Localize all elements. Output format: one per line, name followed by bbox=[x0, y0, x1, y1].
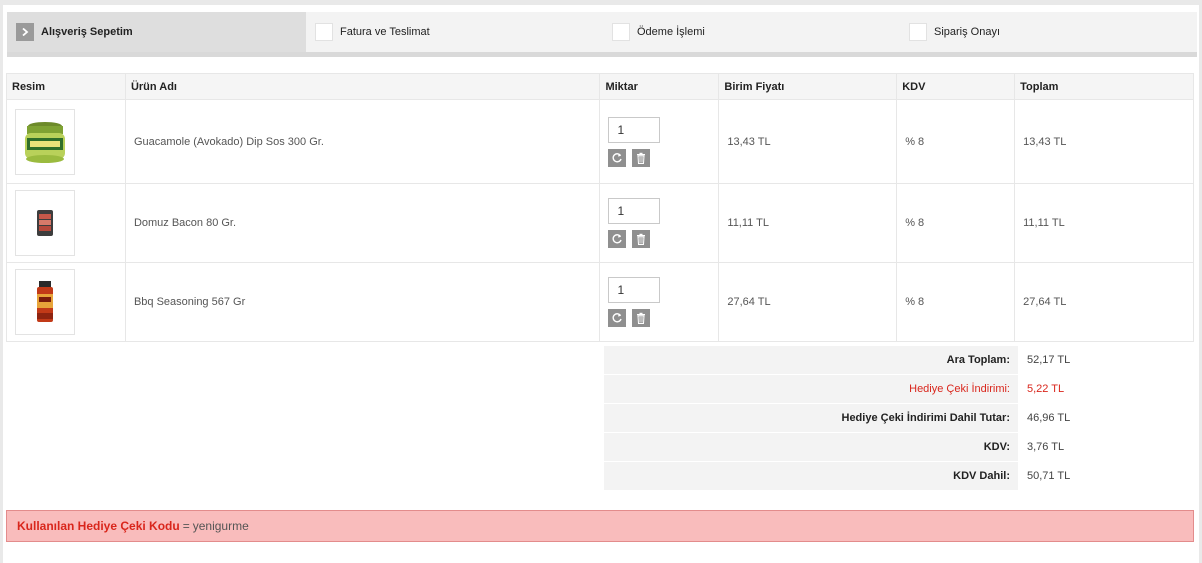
step-order-confirmation[interactable]: Sipariş Onayı bbox=[900, 12, 1197, 52]
header-image: Resim bbox=[6, 73, 126, 100]
steps-divider bbox=[7, 52, 1197, 57]
summary-label: Hediye Çeki İndirimi: bbox=[604, 375, 1018, 403]
summary-value: 46,96 TL bbox=[1027, 412, 1071, 424]
summary-value: 52,17 TL bbox=[1027, 354, 1071, 366]
summary-subtotal: Ara Toplam: 52,17 TL bbox=[604, 346, 1196, 375]
quantity-cell bbox=[599, 183, 720, 263]
unit-price: 27,64 TL bbox=[718, 262, 898, 342]
trash-icon[interactable] bbox=[632, 230, 651, 248]
summary-gift-discount: Hediye Çeki İndirimi: 5,22 TL bbox=[604, 375, 1196, 404]
product-image[interactable] bbox=[15, 190, 75, 256]
gift-code-label: Kullanılan Hediye Çeki Kodu bbox=[17, 519, 180, 533]
step-label: Alışveriş Sepetim bbox=[41, 26, 133, 38]
row-total: 27,64 TL bbox=[1014, 262, 1194, 342]
unit-price: 11,11 TL bbox=[718, 183, 898, 263]
refresh-icon[interactable] bbox=[608, 309, 627, 327]
table-row: Domuz Bacon 80 Gr. 11,11 TL % 8 11,11 TL bbox=[6, 183, 1194, 263]
row-total: 11,11 TL bbox=[1014, 183, 1194, 263]
step-checkbox bbox=[612, 23, 630, 41]
header-product: Ürün Adı bbox=[124, 73, 601, 100]
product-image[interactable] bbox=[15, 269, 75, 335]
checkout-steps: Alışveriş Sepetim Fatura ve Teslimat Öde… bbox=[7, 12, 1197, 52]
bacon-pack-image bbox=[37, 210, 53, 236]
refresh-icon[interactable] bbox=[608, 148, 627, 167]
summary-value: 50,71 TL bbox=[1027, 470, 1071, 482]
order-summary: Ara Toplam: 52,17 TL Hediye Çeki İndirim… bbox=[604, 346, 1196, 491]
image-cell bbox=[6, 99, 126, 184]
tax-rate: % 8 bbox=[896, 262, 1016, 342]
refresh-icon[interactable] bbox=[608, 230, 627, 248]
summary-tax: KDV: 3,76 TL bbox=[604, 433, 1196, 462]
step-label: Sipariş Onayı bbox=[934, 26, 1001, 38]
summary-discounted-total: Hediye Çeki İndirimi Dahil Tutar: 46,96 … bbox=[604, 404, 1196, 433]
gift-code-value: yenigurme bbox=[192, 519, 249, 533]
image-cell bbox=[6, 262, 126, 342]
trash-icon[interactable] bbox=[632, 309, 651, 327]
quantity-input[interactable] bbox=[608, 116, 661, 143]
summary-value: 5,22 TL bbox=[1027, 383, 1065, 395]
step-label: Fatura ve Teslimat bbox=[340, 26, 430, 38]
header-tax: KDV bbox=[896, 73, 1016, 100]
quantity-input[interactable] bbox=[608, 277, 661, 303]
step-checkbox bbox=[909, 23, 927, 41]
step-payment[interactable]: Ödeme İşlemi bbox=[603, 12, 900, 52]
guacamole-jar-image bbox=[25, 121, 65, 163]
step-billing-delivery[interactable]: Fatura ve Teslimat bbox=[306, 12, 603, 52]
product-name[interactable]: Guacamole (Avokado) Dip Sos 300 Gr. bbox=[124, 99, 601, 184]
summary-grand-total: KDV Dahil: 50,71 TL bbox=[604, 462, 1196, 491]
step-label: Ödeme İşlemi bbox=[637, 26, 705, 38]
table-row: Guacamole (Avokado) Dip Sos 300 Gr. 13,4… bbox=[6, 99, 1194, 184]
summary-label: Hediye Çeki İndirimi Dahil Tutar: bbox=[604, 404, 1018, 432]
table-row: Bbq Seasoning 567 Gr 27,64 TL % 8 27,64 … bbox=[6, 262, 1194, 342]
product-name[interactable]: Bbq Seasoning 567 Gr bbox=[124, 262, 601, 342]
trash-icon[interactable] bbox=[632, 148, 651, 167]
header-total: Toplam bbox=[1014, 73, 1194, 100]
table-header-row: Resim Ürün Adı Miktar Birim Fiyatı KDV T… bbox=[6, 73, 1194, 100]
summary-label: Ara Toplam: bbox=[604, 346, 1018, 374]
bbq-seasoning-bottle-image bbox=[37, 281, 53, 322]
header-quantity: Miktar bbox=[599, 73, 720, 100]
image-cell bbox=[6, 183, 126, 263]
quantity-cell bbox=[599, 99, 720, 184]
tax-rate: % 8 bbox=[896, 99, 1016, 184]
summary-label: KDV Dahil: bbox=[604, 462, 1018, 490]
step-shopping-cart[interactable]: Alışveriş Sepetim bbox=[7, 12, 306, 52]
step-checkbox bbox=[315, 23, 333, 41]
product-name[interactable]: Domuz Bacon 80 Gr. bbox=[124, 183, 601, 263]
summary-value: 3,76 TL bbox=[1027, 441, 1065, 453]
page-content: Alışveriş Sepetim Fatura ve Teslimat Öde… bbox=[3, 5, 1199, 563]
product-image[interactable] bbox=[15, 108, 75, 175]
unit-price: 13,43 TL bbox=[718, 99, 898, 184]
quantity-cell bbox=[599, 262, 720, 342]
gift-code-notice: Kullanılan Hediye Çeki Kodu = yenigurme bbox=[6, 510, 1194, 542]
chevron-right-icon bbox=[16, 23, 34, 41]
row-total: 13,43 TL bbox=[1014, 99, 1194, 184]
gift-code-separator: = bbox=[182, 519, 190, 533]
quantity-input[interactable] bbox=[608, 198, 661, 224]
header-unit-price: Birim Fiyatı bbox=[718, 73, 898, 100]
tax-rate: % 8 bbox=[896, 183, 1016, 263]
summary-label: KDV: bbox=[604, 433, 1018, 461]
cart-table: Resim Ürün Adı Miktar Birim Fiyatı KDV T… bbox=[6, 73, 1194, 342]
